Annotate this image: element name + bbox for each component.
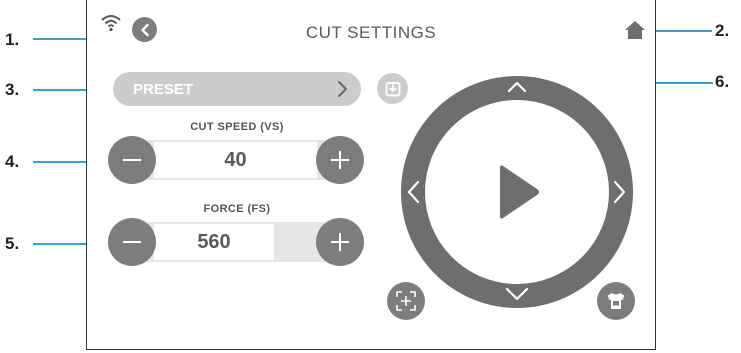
minus-icon (123, 241, 141, 243)
direction-pad (401, 76, 633, 308)
frame-select-button[interactable] (387, 282, 425, 320)
tshirt-button[interactable] (597, 282, 635, 320)
cut-speed-minus-button[interactable] (108, 136, 156, 184)
callout-4: 4. (5, 152, 20, 171)
force-value[interactable]: 560 (154, 224, 274, 260)
device-screen: CUT SETTINGS PRESET CUT SPEED (VS) 40 FO… (86, 0, 656, 350)
force-minus-button[interactable] (108, 218, 156, 266)
callout-5: 5. (5, 234, 20, 253)
play-icon (500, 165, 539, 219)
chevron-right-icon (338, 81, 347, 97)
preset-label: PRESET (133, 80, 194, 98)
home-icon (625, 21, 645, 39)
save-preset-icon (385, 81, 400, 96)
cut-speed-label: CUT SPEED (VS) (190, 121, 284, 133)
cut-speed-plus-button[interactable] (316, 136, 364, 184)
frame-select-icon (396, 291, 416, 311)
force-plus-button[interactable] (316, 218, 364, 266)
home-button[interactable] (623, 19, 647, 41)
preset-button[interactable]: PRESET (113, 72, 361, 106)
callout-1: 1. (5, 30, 20, 49)
minus-icon (123, 159, 141, 161)
cut-speed-value[interactable]: 40 (154, 142, 317, 178)
callout-2-line (650, 30, 712, 32)
play-button[interactable] (500, 165, 539, 219)
callout-2: 2. (715, 21, 730, 40)
plus-icon (331, 151, 349, 169)
plus-icon (331, 233, 349, 251)
page-title: CUT SETTINGS (305, 23, 437, 42)
callout-3: 3. (5, 80, 20, 99)
tshirt-icon (608, 293, 624, 309)
callout-6: 6. (715, 72, 730, 91)
force-label: FORCE (FS) (203, 203, 271, 215)
